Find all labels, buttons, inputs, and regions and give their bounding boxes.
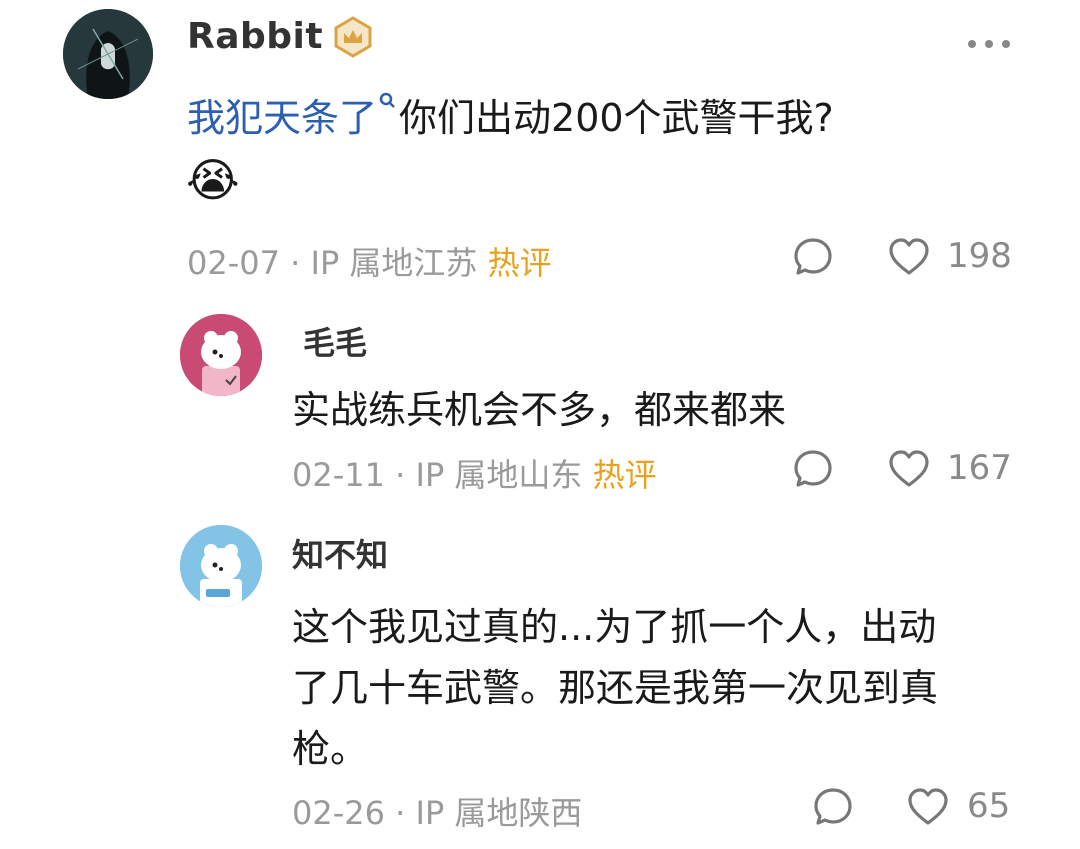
like-count: 198	[947, 236, 1012, 276]
avatar-image	[63, 9, 153, 99]
reply-meta: 02-11 · IP 属地山东 热评	[292, 450, 657, 496]
comment-icon[interactable]	[812, 786, 854, 828]
reply-avatar[interactable]	[180, 314, 262, 396]
reply-avatar[interactable]	[180, 525, 262, 607]
comment-icon[interactable]	[792, 448, 834, 490]
verified-crown-icon	[332, 16, 374, 58]
like-count: 167	[947, 448, 1012, 488]
crying-emoji: 😭	[186, 153, 240, 207]
ip-location: IP 属地陕西	[415, 794, 583, 832]
comment-meta: 02-07 · IP 属地江苏 热评	[187, 238, 552, 284]
meta-separator: ·	[395, 456, 406, 494]
reply-text-line-3: 枪。	[292, 727, 369, 771]
reply-text-line-2: 了几十车武警。那还是我第一次见到真	[292, 666, 939, 710]
reply-date: 02-26	[292, 794, 385, 832]
hot-badge: 热评	[592, 456, 657, 494]
ip-location: IP 属地山东	[415, 456, 583, 494]
reply-text: 实战练兵机会不多，都来都来	[292, 388, 787, 432]
avatar-image	[180, 314, 262, 396]
meta-separator: ·	[290, 244, 301, 282]
reply-meta: 02-26 · IP 属地陕西	[292, 788, 582, 834]
reply-username[interactable]: 知不知	[292, 530, 388, 576]
comment-text-rest: 你们出动200个武警干我?	[399, 96, 834, 140]
heart-icon[interactable]	[887, 237, 931, 277]
avatar[interactable]	[63, 9, 153, 99]
reply-date: 02-11	[292, 456, 385, 494]
heart-icon[interactable]	[906, 787, 950, 827]
comment-icon[interactable]	[792, 236, 834, 278]
username[interactable]: Rabbit	[187, 16, 323, 57]
avatar-image	[180, 525, 262, 607]
ip-location: IP 属地江苏	[310, 244, 478, 282]
search-icon[interactable]	[377, 86, 399, 126]
reply-text-line-1: 这个我见过真的...为了抓一个人，出动	[292, 605, 937, 649]
comment-text: 我犯天条了 你们出动200个武警干我?	[187, 86, 834, 150]
topic-link[interactable]: 我犯天条了	[187, 96, 377, 140]
heart-icon[interactable]	[887, 449, 931, 489]
more-icon[interactable]	[968, 33, 1019, 52]
like-count: 65	[967, 786, 1011, 826]
meta-separator: ·	[395, 794, 406, 832]
hot-badge: 热评	[487, 244, 552, 282]
comment-date: 02-07	[187, 244, 280, 282]
reply-username[interactable]: 毛毛	[303, 318, 367, 364]
